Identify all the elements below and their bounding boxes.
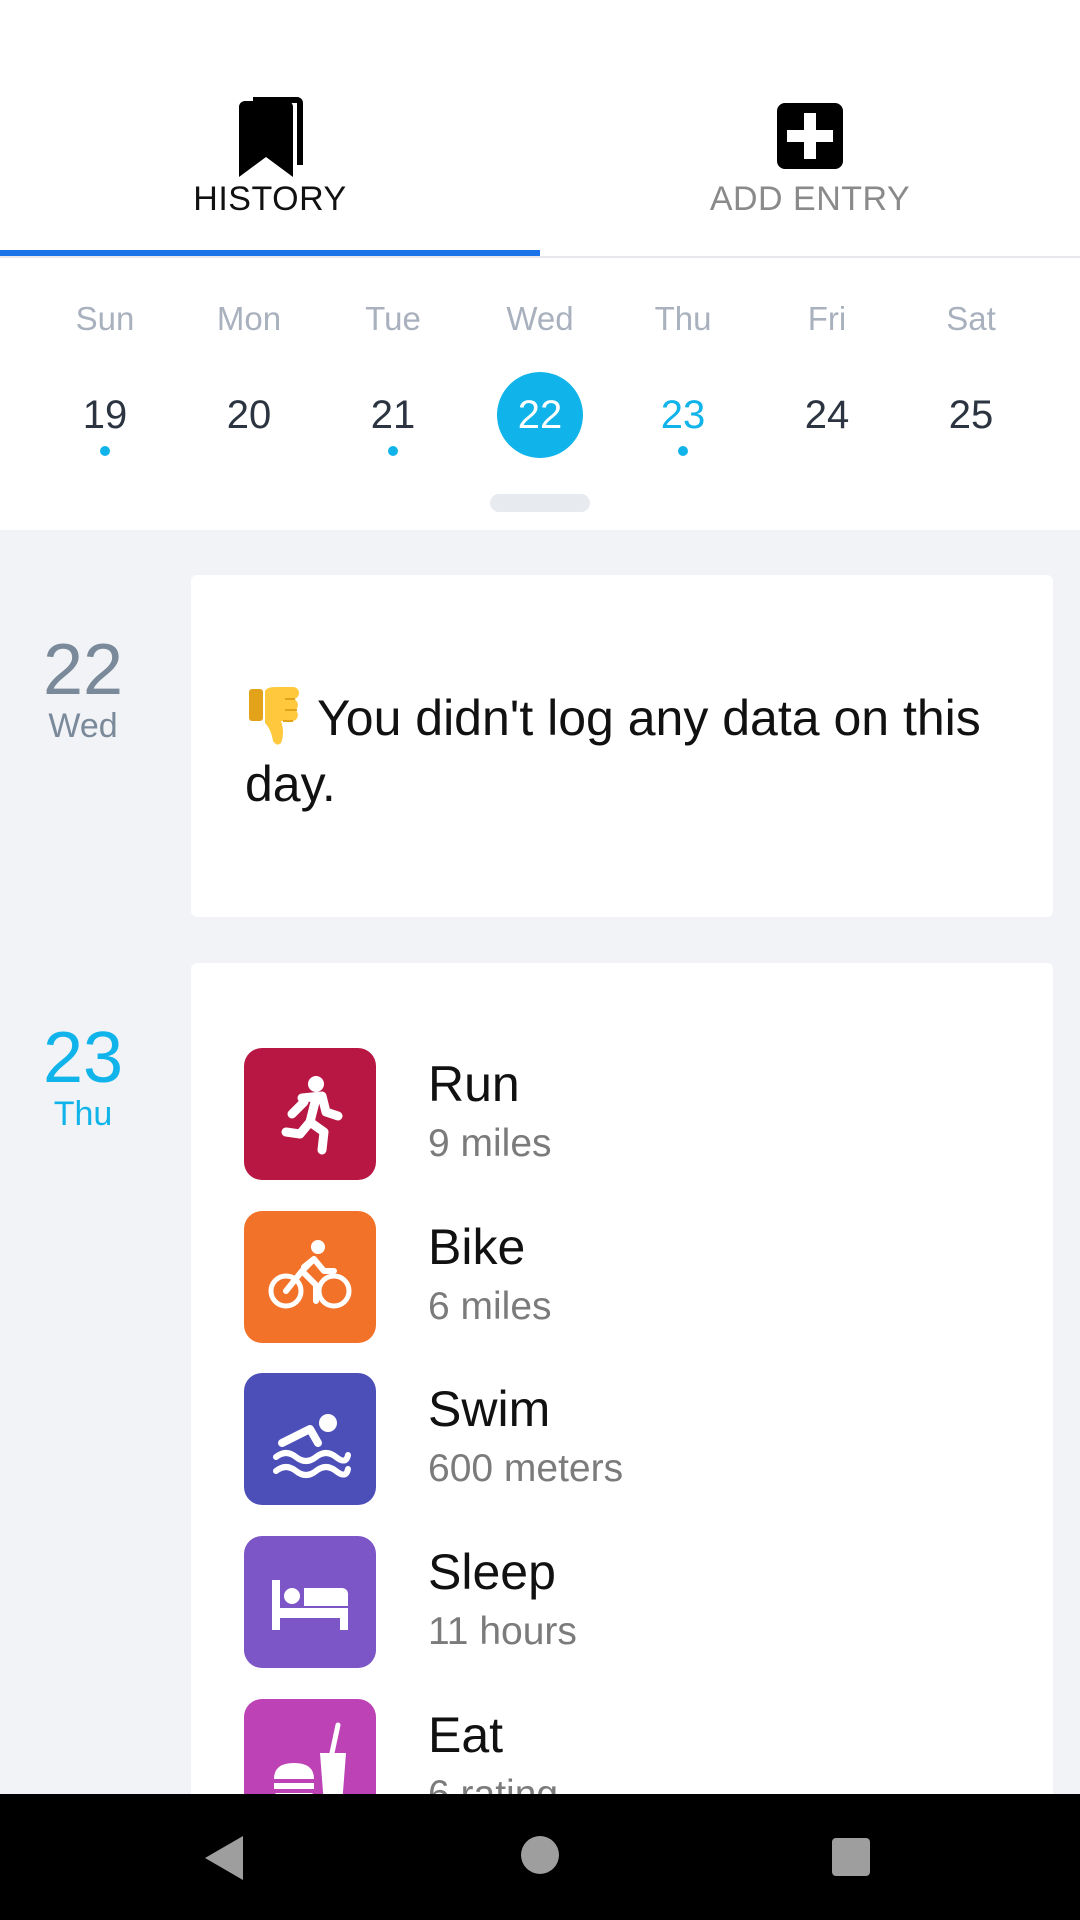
bike-icon: [268, 1240, 352, 1309]
add-box-icon: [777, 103, 843, 169]
data-indicator-dot: [678, 446, 688, 456]
entry-name: Eat: [428, 1707, 504, 1763]
day-name: Fri: [807, 300, 847, 337]
back-icon[interactable]: [205, 1836, 243, 1880]
entry-value: 11 hours: [428, 1610, 577, 1653]
bed-icon: [272, 1580, 348, 1630]
bookmark-icon: [239, 97, 303, 177]
empty-day-text: You didn't log any data on this day.: [245, 690, 981, 812]
day-thu[interactable]: Thu 23: [611, 258, 755, 458]
date-label-wed: 22 Wed: [0, 630, 166, 746]
day-sun[interactable]: Sun 19: [33, 258, 177, 458]
day-tue[interactable]: Tue 21: [321, 258, 465, 458]
day-number: 25: [948, 393, 994, 437]
day-name: Mon: [216, 300, 282, 337]
expand-handle[interactable]: [490, 494, 590, 512]
swim-tile: [244, 1373, 376, 1505]
thumbs-down-emoji-icon: [249, 686, 299, 745]
date-label-thu: 23 Thu: [0, 1018, 166, 1134]
entry-name: Swim: [428, 1381, 551, 1437]
entry-name: Bike: [428, 1219, 526, 1275]
entry-eat[interactable]: Eat 6 rating: [244, 1699, 1004, 1794]
food-icon: [274, 1722, 346, 1794]
active-tab-indicator: [0, 250, 540, 256]
day-entries-card: Run 9 miles Bike 6 miles Swim 600 meters…: [191, 963, 1053, 1794]
week-strip: Sun 19 Mon 20 Tue 21 Wed 22 Thu 23 Fri 2…: [0, 258, 1080, 530]
day-number-selected: 22: [497, 372, 583, 458]
day-number: 24: [804, 393, 850, 437]
tab-bar: HISTORY ADD ENTRY: [0, 0, 1080, 258]
running-icon: [281, 1076, 343, 1155]
day-fri[interactable]: Fri 24: [755, 258, 899, 458]
date-weekday: Thu: [53, 1095, 113, 1133]
day-name: Sat: [946, 300, 996, 337]
swim-icon: [273, 1414, 351, 1478]
date-number: 22: [42, 630, 124, 710]
data-indicator-dot: [100, 446, 110, 456]
day-name: Tue: [365, 300, 421, 337]
entry-value: 6 miles: [428, 1285, 552, 1328]
entry-name: Run: [428, 1056, 520, 1112]
entry-value: 600 meters: [428, 1447, 624, 1490]
entry-value: 6 rating: [428, 1771, 558, 1794]
day-number: 20: [226, 393, 272, 437]
entry-sleep[interactable]: Sleep 11 hours: [244, 1536, 1004, 1668]
day-name: Wed: [506, 300, 574, 337]
entry-value: 9 miles: [428, 1122, 552, 1165]
day-wed[interactable]: Wed 22: [468, 258, 612, 458]
day-sat[interactable]: Sat 25: [899, 258, 1043, 458]
system-nav-bar: [0, 1794, 1080, 1920]
date-weekday: Wed: [48, 707, 118, 745]
sleep-tile: [244, 1536, 376, 1668]
day-name: Sun: [75, 300, 135, 337]
empty-day-message: You didn't log any data on this day.: [245, 686, 1005, 815]
entry-bike[interactable]: Bike 6 miles: [244, 1211, 1004, 1343]
eat-tile: [244, 1699, 376, 1794]
history-list[interactable]: 22 Wed You didn't log any data on this d…: [0, 530, 1080, 1794]
home-icon[interactable]: [521, 1836, 559, 1874]
empty-day-card: You didn't log any data on this day.: [191, 575, 1053, 917]
tab-add-entry-label: ADD ENTRY: [709, 180, 911, 218]
recent-apps-icon[interactable]: [832, 1838, 870, 1876]
entry-swim[interactable]: Swim 600 meters: [244, 1373, 1004, 1505]
run-tile: [244, 1048, 376, 1180]
data-indicator-dot: [388, 446, 398, 456]
entry-run[interactable]: Run 9 miles: [244, 1048, 1004, 1180]
day-name: Thu: [654, 300, 712, 337]
tab-history-label: HISTORY: [193, 180, 347, 218]
entry-name: Sleep: [428, 1544, 556, 1600]
day-mon[interactable]: Mon 20: [177, 258, 321, 458]
tab-add-entry[interactable]: ADD ENTRY: [540, 0, 1080, 258]
bike-tile: [244, 1211, 376, 1343]
date-number: 23: [42, 1018, 124, 1098]
tab-history[interactable]: HISTORY: [0, 0, 540, 258]
